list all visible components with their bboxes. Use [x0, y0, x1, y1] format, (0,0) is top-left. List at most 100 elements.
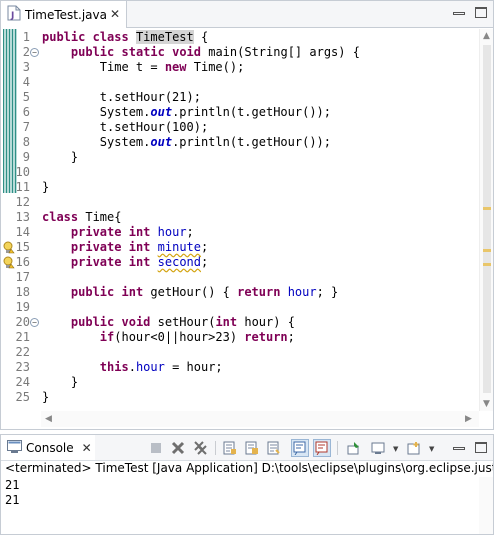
maximize-icon[interactable] [475, 7, 487, 18]
scroll-down-icon[interactable]: ▼ [483, 399, 490, 409]
code-text: public static void main(String[] args) { [70, 45, 360, 59]
code-line[interactable]: 14 private int hour; [1, 225, 479, 240]
scroll-lock-icon[interactable] [243, 439, 261, 457]
code-line[interactable]: 24 } [1, 375, 479, 390]
code-text: } [42, 390, 50, 404]
terminate-icon[interactable] [147, 439, 165, 457]
editor-vertical-scrollbar[interactable]: ▲ ▼ [479, 29, 493, 411]
code-line[interactable]: 19 [1, 300, 479, 315]
chevron-down-icon[interactable]: ▼ [429, 445, 434, 453]
code-text: private int second; [70, 255, 209, 269]
code-line[interactable]: 22 [1, 345, 479, 360]
code-line[interactable]: 2− public static void main(String[] args… [1, 45, 479, 60]
code-text: System.out.println(t.getHour()); [42, 135, 332, 149]
close-icon[interactable]: ✕ [110, 7, 120, 21]
line-number: 7 [22, 120, 30, 134]
console-vertical-scrollbar[interactable] [479, 477, 493, 534]
open-console-icon[interactable] [405, 439, 423, 457]
warning-lightbulb-icon[interactable] [3, 256, 15, 269]
scroll-left-icon[interactable]: ◀ [45, 414, 52, 424]
code-line[interactable]: 6 System.out.println(t.getHour()); [1, 105, 479, 120]
console-tab[interactable]: Console ✕ [1, 435, 95, 460]
line-number: 2 [22, 45, 30, 59]
line-number: 12 [15, 195, 30, 209]
overview-warning-mark[interactable] [483, 263, 491, 266]
code-text: this.hour = hour; [99, 360, 223, 374]
java-file-icon: J [7, 5, 21, 24]
warning-lightbulb-icon[interactable] [3, 241, 15, 254]
display-selected-console-icon[interactable] [369, 439, 387, 457]
chevron-down-icon[interactable]: ▼ [393, 445, 398, 453]
line-number: 24 [15, 375, 30, 389]
editor-window-controls [453, 7, 487, 18]
line-number: 13 [15, 210, 30, 224]
show-console-stdout-icon[interactable] [291, 439, 309, 457]
code-line[interactable]: 20− public void setHour(int hour) { [1, 315, 479, 330]
line-number: 23 [15, 360, 30, 374]
console-status-text: <terminated> TimeTest [Java Application]… [5, 461, 493, 475]
line-number: 5 [22, 90, 30, 104]
code-text: Time t = new Time(); [42, 60, 245, 74]
line-number: 14 [15, 225, 30, 239]
line-number: 3 [22, 60, 30, 74]
code-line[interactable]: 23 this.hour = hour; [1, 360, 479, 375]
code-text: public int getHour() { return hour; } [70, 285, 339, 299]
overview-warning-mark[interactable] [483, 207, 491, 210]
remove-launch-icon[interactable] [169, 439, 187, 457]
code-line[interactable]: 8 System.out.println(t.getHour()); [1, 135, 479, 150]
code-line[interactable]: 4 [1, 75, 479, 90]
maximize-icon[interactable] [475, 442, 487, 453]
code-line[interactable]: 17 [1, 270, 479, 285]
line-number: 19 [15, 300, 30, 314]
code-line[interactable]: 3 Time t = new Time(); [1, 60, 479, 75]
code-text: public class TimeTest { [42, 30, 209, 44]
code-text: } [42, 180, 50, 194]
remove-all-terminated-icon[interactable] [191, 439, 209, 457]
editor-tab-label: TimeTest.java [25, 7, 107, 22]
scroll-up-icon[interactable]: ▲ [483, 31, 490, 41]
editor-tab-timetest[interactable]: J TimeTest.java ✕ [1, 1, 127, 28]
code-line[interactable]: 16 private int second; [1, 255, 479, 270]
code-line[interactable]: 11} [1, 180, 479, 195]
code-line[interactable]: 9 } [1, 150, 479, 165]
line-number: 10 [15, 165, 30, 179]
collapse-fold-icon[interactable]: − [30, 48, 39, 57]
word-wrap-icon[interactable] [265, 439, 283, 457]
line-number: 22 [15, 345, 30, 359]
line-number: 6 [22, 105, 30, 119]
minimize-icon[interactable] [453, 447, 465, 450]
overview-warning-mark[interactable] [483, 249, 491, 252]
code-line[interactable]: 21 if(hour<0||hour>23) return; [1, 330, 479, 345]
code-line[interactable]: 7 t.setHour(100); [1, 120, 479, 135]
clear-console-icon[interactable] [221, 439, 239, 457]
code-line[interactable]: 12 [1, 195, 479, 210]
code-line[interactable]: 25} [1, 390, 479, 405]
svg-text:J: J [10, 11, 14, 21]
console-icon [7, 439, 22, 456]
console-output-line: 21 [5, 478, 20, 492]
code-line[interactable]: 18 public int getHour() { return hour; } [1, 285, 479, 300]
line-number: 8 [22, 135, 30, 149]
pin-console-icon[interactable] [345, 439, 363, 457]
code-line[interactable]: 5 t.setHour(21); [1, 90, 479, 105]
editor-part: J TimeTest.java ✕ 1 public class TimeTest… [0, 0, 494, 430]
editor-horizontal-scrollbar[interactable]: ◀ ▶ [41, 411, 479, 427]
code-editor[interactable]: 1 public class TimeTest {2− public static… [1, 29, 479, 409]
console-window-controls [453, 442, 487, 453]
scroll-right-icon[interactable]: ▶ [465, 414, 472, 424]
minimize-icon[interactable] [453, 12, 465, 15]
line-number: 9 [22, 150, 30, 164]
show-console-stderr-icon[interactable] [313, 439, 331, 457]
collapse-fold-icon[interactable]: − [30, 318, 39, 327]
console-tab-label: Console [26, 440, 74, 455]
close-icon[interactable]: ✕ [82, 441, 92, 455]
line-number: 11 [15, 180, 30, 194]
scrollbar-thumb[interactable] [483, 45, 491, 393]
code-line[interactable]: 15 private int minute; [1, 240, 479, 255]
line-number: 25 [15, 390, 30, 404]
code-text: private int minute; [70, 240, 209, 254]
code-line[interactable]: 10 [1, 165, 479, 180]
console-tab-bar: Console ✕ ▼ ▼ [1, 435, 493, 461]
code-line[interactable]: 1 public class TimeTest { [1, 30, 479, 45]
code-line[interactable]: 13 class Time{ [1, 210, 479, 225]
